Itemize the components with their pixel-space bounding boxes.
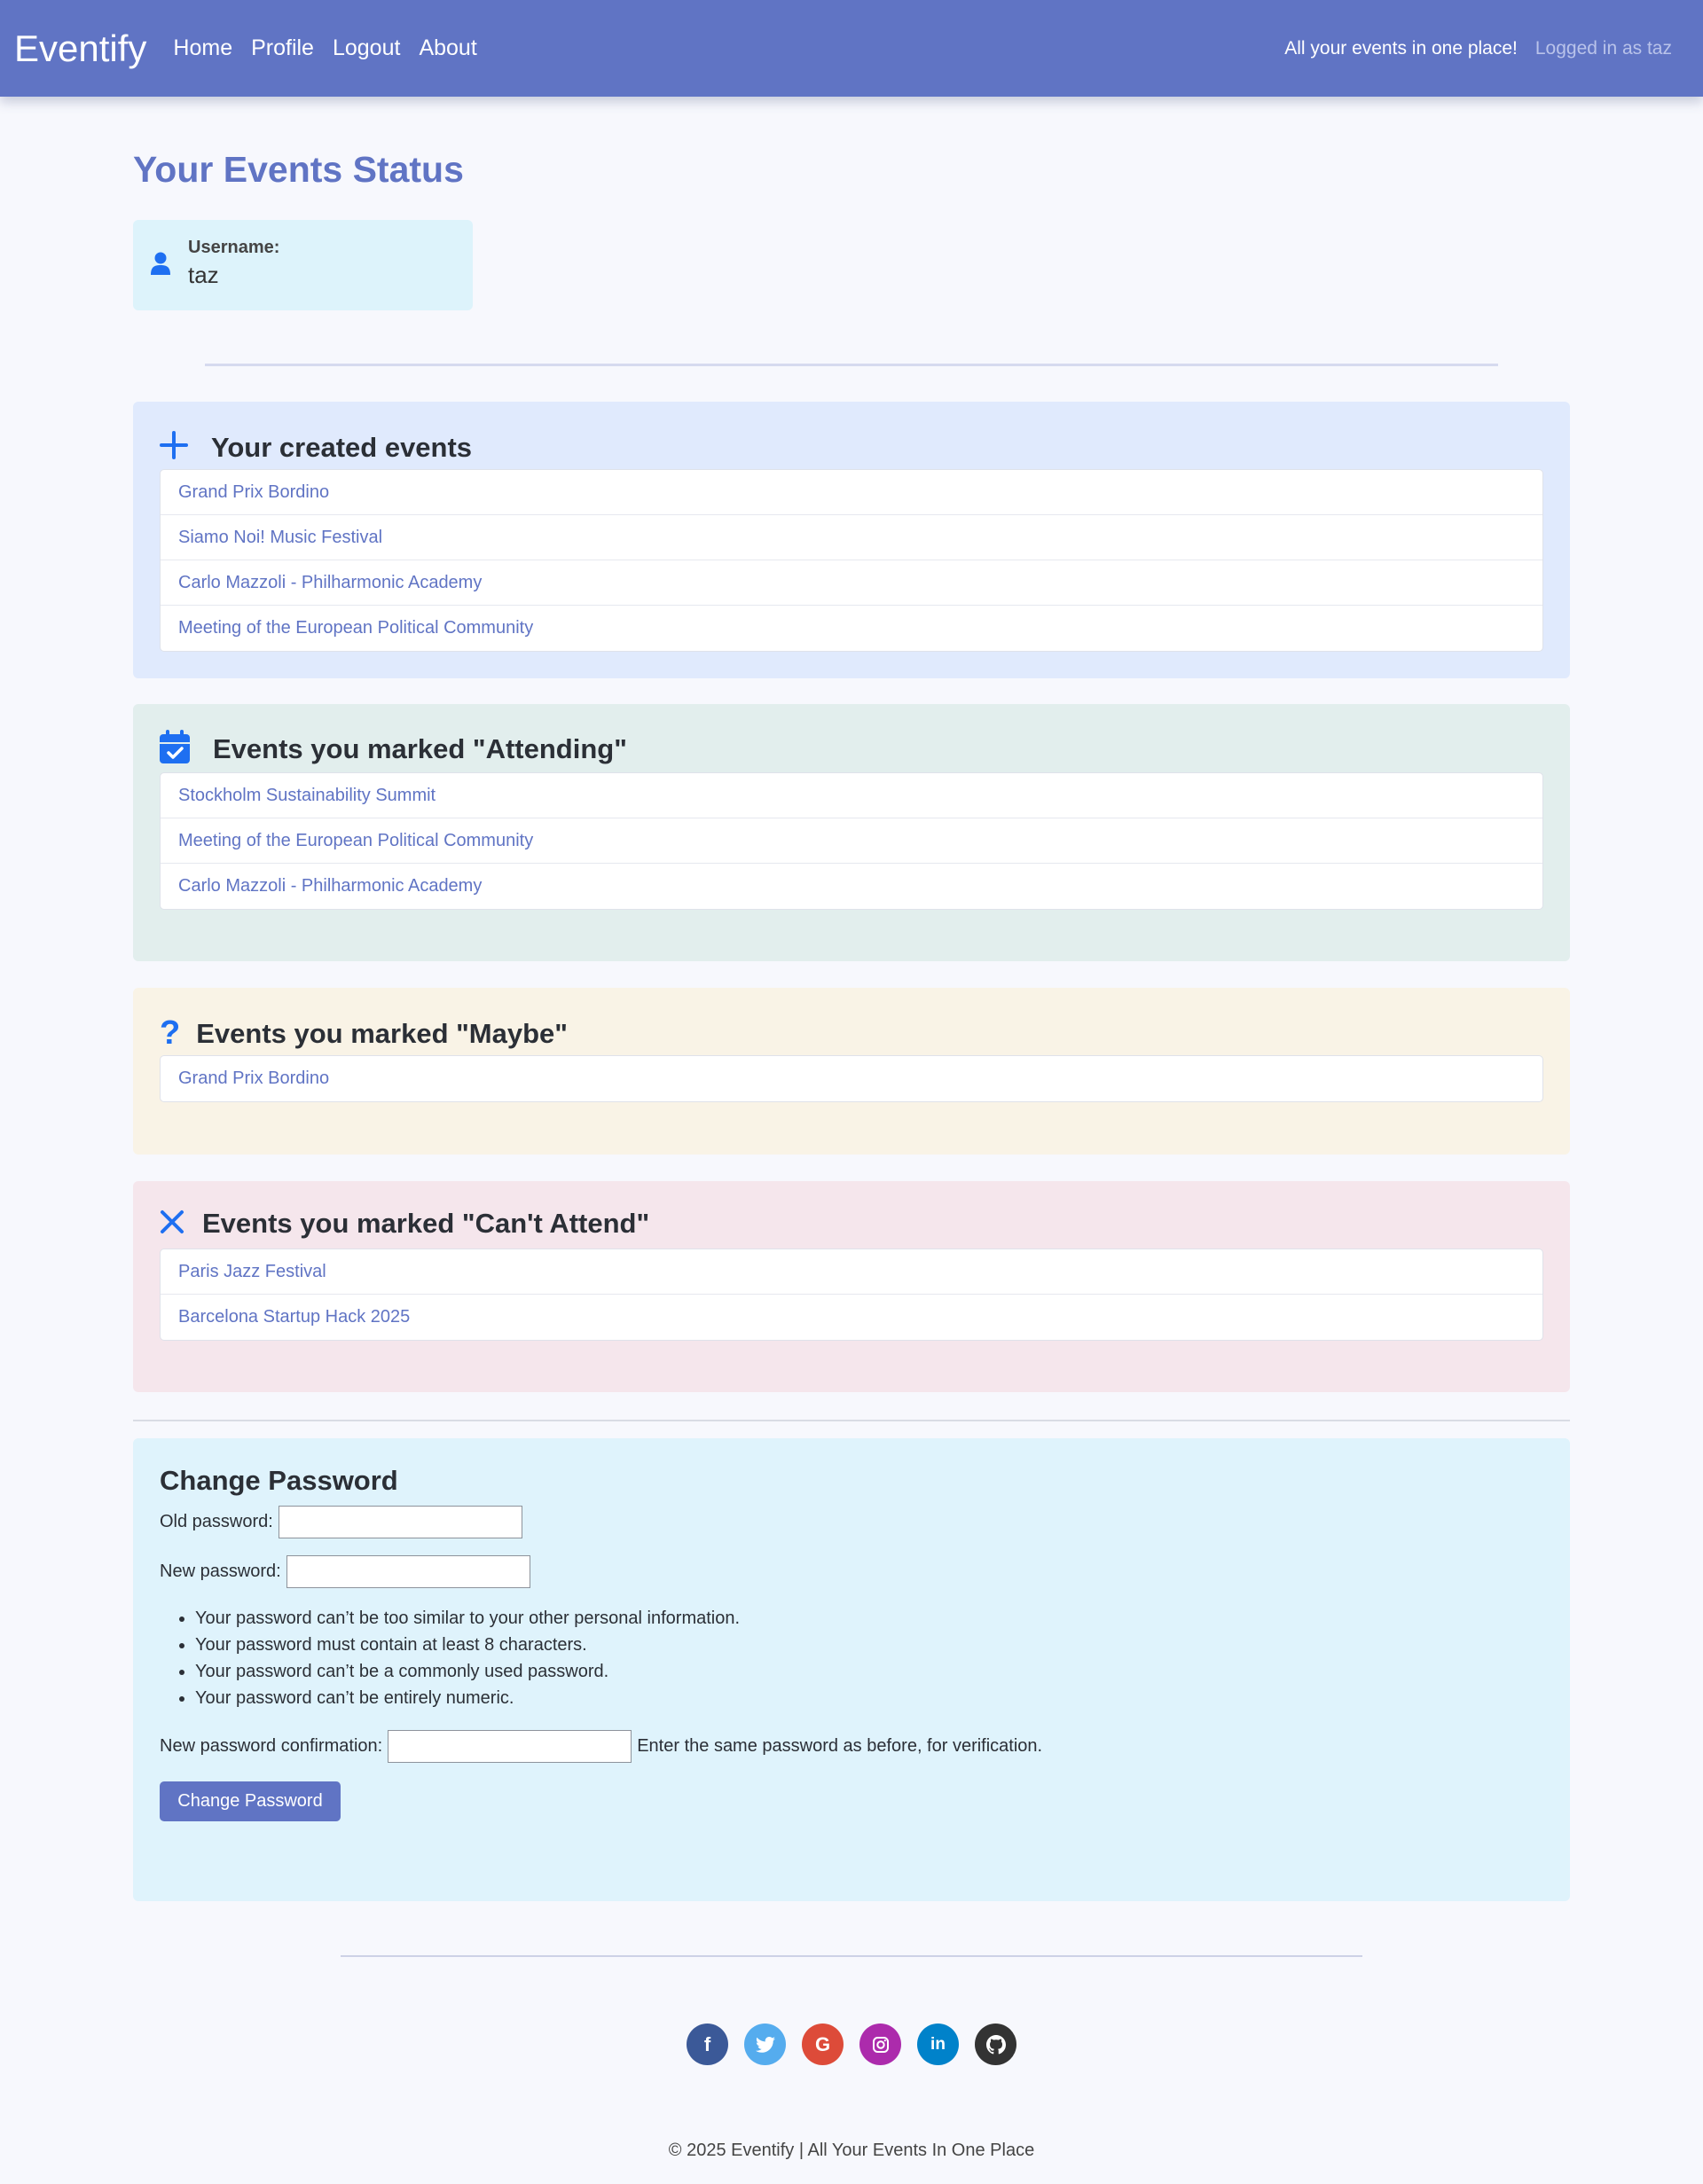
section-header: Events you marked "Can't Attend" bbox=[160, 1208, 649, 1240]
plus-icon bbox=[160, 431, 188, 464]
divider bbox=[341, 1955, 1362, 1957]
maybe-events-section: ? Events you marked "Maybe" Grand Prix B… bbox=[133, 988, 1570, 1155]
change-password-button[interactable]: Change Password bbox=[160, 1781, 341, 1821]
new-password-field[interactable] bbox=[286, 1555, 530, 1588]
nav-profile[interactable]: Profile bbox=[251, 35, 314, 61]
navbar-tagline: All your events in one place! bbox=[1284, 37, 1518, 59]
old-password-field[interactable] bbox=[278, 1506, 522, 1538]
logged-in-status: Logged in as taz bbox=[1534, 37, 1672, 59]
event-list: Stockholm Sustainability Summit Meeting … bbox=[160, 772, 1543, 910]
section-header: Your created events bbox=[160, 431, 472, 464]
cant-attend-events-section: Events you marked "Can't Attend" Paris J… bbox=[133, 1181, 1570, 1392]
confirm-password-field[interactable] bbox=[388, 1730, 632, 1763]
facebook-icon[interactable]: f bbox=[687, 2024, 728, 2065]
navbar: Eventify Home Profile Logout About All y… bbox=[0, 0, 1703, 97]
question-icon: ? bbox=[160, 1014, 181, 1052]
linkedin-icon[interactable]: in bbox=[917, 2024, 959, 2065]
old-password-label: Old password: bbox=[160, 1512, 273, 1531]
password-rule: Your password can’t be a commonly used p… bbox=[195, 1658, 740, 1685]
event-link[interactable]: Paris Jazz Festival bbox=[161, 1249, 1542, 1295]
brand-logo[interactable]: Eventify bbox=[14, 27, 146, 70]
event-link[interactable]: Meeting of the European Political Commun… bbox=[161, 818, 1542, 864]
google-icon[interactable]: G bbox=[802, 2024, 844, 2065]
nav-about[interactable]: About bbox=[419, 35, 476, 61]
event-link[interactable]: Grand Prix Bordino bbox=[161, 1056, 1542, 1101]
event-list: Grand Prix Bordino bbox=[160, 1055, 1543, 1102]
password-rule: Your password can’t be entirely numeric. bbox=[195, 1685, 740, 1711]
confirm-password-label: New password confirmation: bbox=[160, 1736, 383, 1756]
event-list: Paris Jazz Festival Barcelona Startup Ha… bbox=[160, 1249, 1543, 1341]
username-value: taz bbox=[188, 262, 219, 288]
section-title: Events you marked "Maybe" bbox=[196, 1017, 568, 1049]
confirm-password-row: New password confirmation: Enter the sam… bbox=[160, 1730, 1042, 1763]
nav-home[interactable]: Home bbox=[173, 35, 232, 61]
nav-logout[interactable]: Logout bbox=[333, 35, 400, 61]
confirm-password-help: Enter the same password as before, for v… bbox=[637, 1736, 1043, 1756]
section-title: Events you marked "Attending" bbox=[213, 732, 627, 764]
github-icon[interactable] bbox=[975, 2024, 1016, 2065]
event-link[interactable]: Grand Prix Bordino bbox=[161, 470, 1542, 515]
password-rules-list: Your password can’t be too similar to yo… bbox=[195, 1605, 740, 1711]
section-title: Events you marked "Can't Attend" bbox=[202, 1208, 650, 1239]
change-password-title: Change Password bbox=[160, 1465, 398, 1496]
new-password-label: New password: bbox=[160, 1562, 281, 1581]
password-rule: Your password must contain at least 8 ch… bbox=[195, 1632, 740, 1658]
divider bbox=[133, 1420, 1570, 1421]
x-icon bbox=[160, 1209, 184, 1239]
event-link[interactable]: Carlo Mazzoli - Philharmonic Academy bbox=[161, 864, 1542, 909]
user-icon bbox=[151, 252, 170, 279]
page-title: Your Events Status bbox=[133, 149, 464, 190]
old-password-row: Old password: bbox=[160, 1506, 528, 1538]
divider bbox=[205, 364, 1498, 366]
event-link[interactable]: Stockholm Sustainability Summit bbox=[161, 773, 1542, 818]
new-password-row: New password: bbox=[160, 1555, 536, 1588]
instagram-icon[interactable] bbox=[859, 2024, 901, 2065]
footer-copyright: © 2025 Eventify | All Your Events In One… bbox=[668, 2141, 1035, 2160]
section-header: ? Events you marked "Maybe" bbox=[160, 1014, 568, 1053]
event-link[interactable]: Meeting of the European Political Commun… bbox=[161, 606, 1542, 651]
twitter-icon[interactable] bbox=[744, 2024, 786, 2065]
username-label: Username: bbox=[188, 238, 280, 257]
event-list: Grand Prix Bordino Siamo Noi! Music Fest… bbox=[160, 469, 1543, 652]
password-rule: Your password can’t be too similar to yo… bbox=[195, 1605, 740, 1632]
event-link[interactable]: Barcelona Startup Hack 2025 bbox=[161, 1295, 1542, 1340]
user-card: Username: taz bbox=[133, 220, 473, 310]
section-title: Your created events bbox=[211, 431, 473, 463]
event-link[interactable]: Siamo Noi! Music Festival bbox=[161, 515, 1542, 560]
calendar-check-icon bbox=[160, 730, 190, 768]
created-events-section: Your created events Grand Prix Bordino S… bbox=[133, 402, 1570, 678]
attending-events-section: Events you marked "Attending" Stockholm … bbox=[133, 704, 1570, 961]
event-link[interactable]: Carlo Mazzoli - Philharmonic Academy bbox=[161, 560, 1542, 606]
section-header: Events you marked "Attending" bbox=[160, 730, 627, 768]
social-links: f G in bbox=[0, 2024, 1703, 2065]
